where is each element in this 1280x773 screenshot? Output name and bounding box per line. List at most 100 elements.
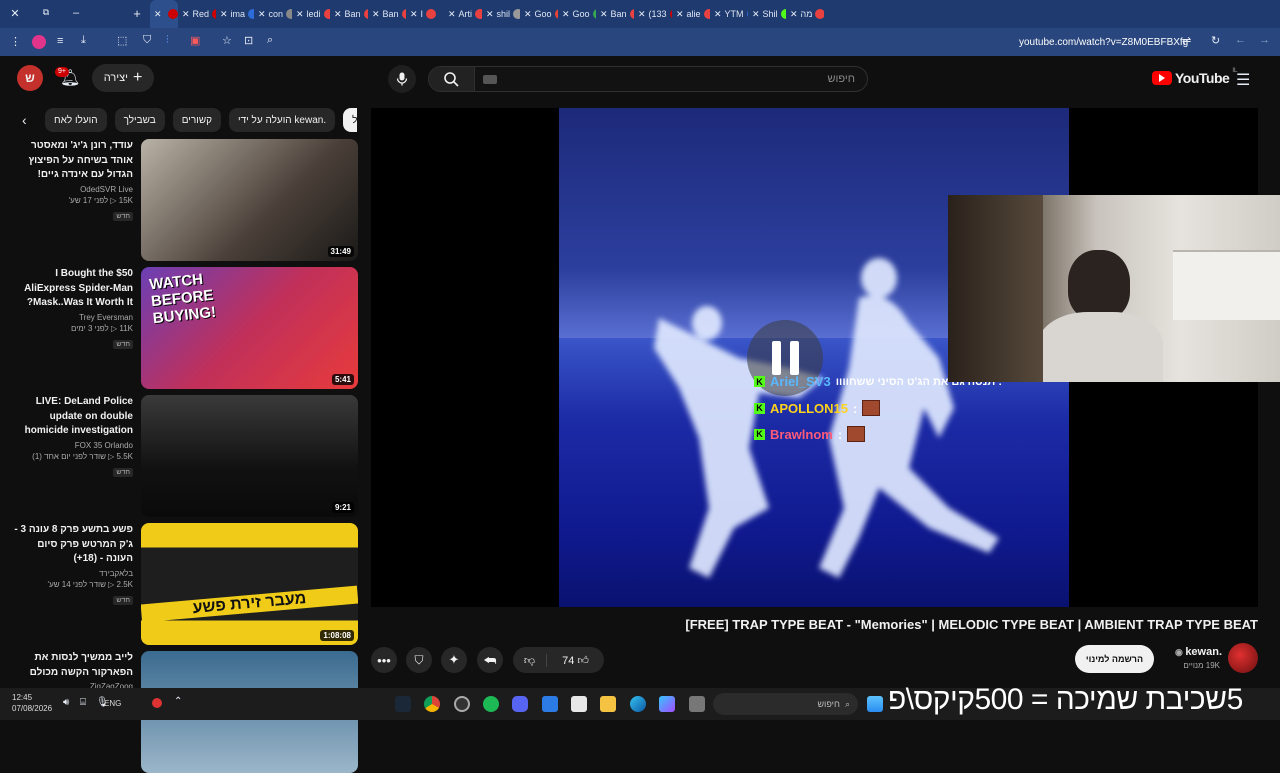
browser-tab[interactable]: ✕ YTM [710,0,748,28]
copilot-icon[interactable] [659,696,675,712]
tab-close-icon[interactable]: ✕ [714,9,722,20]
tab-close-icon[interactable]: ✕ [220,9,228,20]
chips-scroll-left-icon[interactable]: ‹ [22,112,27,128]
forward-icon[interactable]: → [1259,34,1270,46]
recommendation-title[interactable]: I Bought the $50 AliExpress Spider-Man M… [8,267,133,311]
task-view-icon[interactable] [689,696,705,712]
create-button[interactable]: יצירה + [92,64,154,92]
browser-tab[interactable]: ✕ Goo [558,0,596,28]
tab-close-icon[interactable]: ✕ [372,9,380,20]
recommendation-channel[interactable]: FOX 35 Orlando [8,441,133,450]
dislike-button[interactable]: 👎︎ [513,653,547,667]
browser-tab[interactable]: ✕ ima [216,0,254,28]
clock[interactable]: 12:45 07/08/2026 [12,692,52,714]
filter-chip[interactable]: קשורים [172,108,222,132]
youtube-ext-icon[interactable]: ▣ [190,34,200,47]
share-button[interactable]: ⮪ [477,647,503,673]
ask-ai-button[interactable]: ✦ [441,647,467,673]
browser-tab[interactable]: ✕ [150,0,178,28]
browser-tab[interactable]: ✕ Ban [368,0,406,28]
tray-app-icon[interactable] [152,698,162,708]
browser-tab[interactable]: ✕ Ban [596,0,634,28]
tab-close-icon[interactable]: ✕ [638,9,646,20]
filter-chip[interactable]: הכול [343,108,357,132]
recommendation-item[interactable]: 9:21 LIVE: DeLand Police update on double… [8,395,358,517]
language-indicator[interactable]: ENG [104,699,121,708]
discord-icon[interactable] [512,696,528,712]
browser-tab[interactable]: ✕ Red [178,0,216,28]
browser-tab[interactable]: ✕ Shil [748,0,786,28]
start-icon[interactable] [867,696,883,712]
minimize-icon[interactable]: – [70,7,82,19]
filter-chip[interactable]: בשבילך [114,108,165,132]
tab-close-icon[interactable]: ✕ [296,9,304,20]
extensions-icon[interactable]: ⬚ [117,34,127,47]
keyboard-icon[interactable] [483,74,497,84]
download-icon[interactable]: ⤓ [81,34,86,47]
network-icon[interactable]: ⌸ [80,697,86,708]
account-avatar[interactable]: ש [17,65,43,91]
back-icon[interactable]: ← [1235,34,1246,46]
video-thumbnail[interactable]: מעבר זירת פשע 1:08:08 [141,523,358,645]
tab-close-icon[interactable]: ✕ [258,9,266,20]
reload-icon[interactable]: ↻ [1211,34,1220,47]
hamburger-menu-icon[interactable]: ☰ [1236,70,1250,90]
recommendation-title[interactable]: עודד, רונן ג'יג' ומאסטר אוהד בשיחה על הפ… [8,139,133,183]
volume-icon[interactable]: 🔊︎ [63,697,69,708]
filter-chip[interactable]: הועלה על ידי kewan. [229,108,336,132]
steam-icon[interactable] [395,696,411,712]
zoom-search-icon[interactable]: ⌕ [267,34,273,47]
file-explorer-icon[interactable] [600,696,616,712]
recommendation-title[interactable]: לייב ממשיך לנסות את הפארקור הקשה מכולם [8,651,133,680]
tray-overflow-icon[interactable]: ⌃ [174,696,182,707]
browser-tab[interactable]: ✕ I [406,0,444,28]
recommendation-title[interactable]: פשע בתשע פרק 8 עונה 3 - ג'ק המרטש פרק סי… [8,523,133,567]
edge-icon[interactable] [630,696,646,712]
taskbar-search[interactable]: חיפוש ⌕ [713,693,858,715]
tab-close-icon[interactable]: ✕ [486,9,494,20]
tab-close-icon[interactable]: ✕ [600,9,608,20]
save-button[interactable]: ⛉ [406,647,432,673]
browser-tab[interactable]: ✕ ledi [292,0,330,28]
bookmark-star-icon[interactable]: ☆ [222,34,232,47]
tab-close-icon[interactable]: ✕ [562,9,570,20]
tab-close-icon[interactable]: ✕ [752,9,760,20]
video-thumbnail[interactable]: 31:49 [141,139,358,261]
recommendation-title[interactable]: LIVE: DeLand Police update on double hom… [8,395,133,439]
recommendation-channel[interactable]: בלאקבירד [8,569,133,578]
site-settings-icon[interactable]: ⇌ [1182,34,1191,47]
tab-close-icon[interactable]: ✕ [334,9,342,20]
address-url[interactable]: youtube.com/watch?v=Z8M0EBFBXfg [1019,37,1188,48]
chrome-icon[interactable] [424,696,440,712]
recommendation-item[interactable]: WATCH BEFORE BUYING! 5:41 I Bought the $50 A… [8,267,358,389]
tab-close-icon[interactable]: ✕ [790,9,798,20]
voice-search-button[interactable] [388,65,416,93]
recommendation-channel[interactable]: OdedSVR Live [8,185,133,194]
search-box[interactable]: חיפוש [428,66,868,92]
spotify-icon[interactable] [483,696,499,712]
browser-tab[interactable]: ✕ con [254,0,292,28]
tab-close-icon[interactable]: ✕ [154,9,162,20]
tab-close-icon[interactable]: ✕ [524,9,532,20]
store-icon[interactable] [571,696,587,712]
translate-icon[interactable]: ⫶ [166,34,169,47]
close-window-icon[interactable]: ✕ [8,7,22,20]
like-button[interactable]: 74 👍︎ [547,654,604,667]
shield-icon[interactable]: ⛉ [143,34,151,47]
recommendation-item[interactable]: 31:49 עודד, רונן ג'יג' ומאסטר אוהד בשיחה … [8,139,358,261]
channel-avatar[interactable] [1228,643,1258,673]
tab-group-icon[interactable]: ⧉ [40,7,52,18]
search-button[interactable] [429,67,475,91]
filter-chip[interactable]: הועלו לאח [45,108,107,132]
profile-icon[interactable] [32,35,46,49]
video-thumbnail[interactable]: WATCH BEFORE BUYING! 5:41 [141,267,358,389]
browser-tab[interactable]: ✕ Goo [520,0,558,28]
browser-tab[interactable]: ✕ Arti [444,0,482,28]
menu-dots-icon[interactable]: ⋮ [10,35,21,48]
browser-tab[interactable]: ✕ (133 [634,0,672,28]
playlist-icon[interactable]: ≡ [57,35,63,47]
recommendation-channel[interactable]: Trey Eversman [8,313,133,322]
subscribe-button[interactable]: הרשמה למינוי [1075,645,1154,673]
search-logo[interactable]: YouTube IL [1152,68,1237,86]
obs-icon[interactable] [454,696,470,712]
